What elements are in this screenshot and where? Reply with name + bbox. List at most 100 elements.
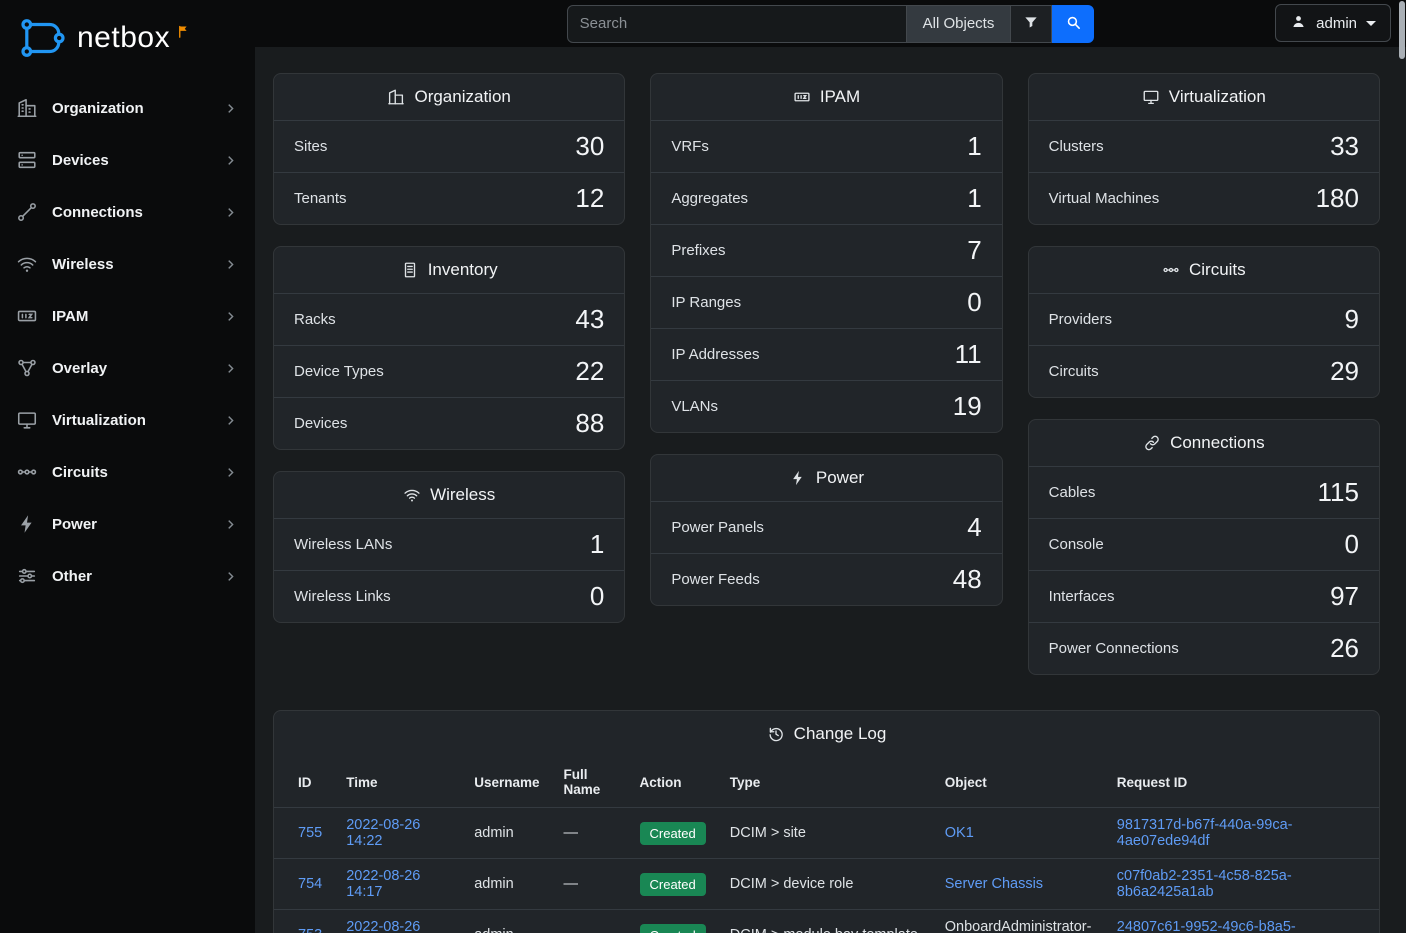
stat-value[interactable]: 1 [967,183,981,214]
stat-label[interactable]: Racks [294,311,336,328]
stat-label[interactable]: VRFs [671,138,709,155]
stat-label[interactable]: Interfaces [1049,588,1115,605]
stat-value[interactable]: 11 [955,339,982,370]
filter-button[interactable] [1011,5,1052,43]
column-header-type[interactable]: Type [718,757,933,808]
change-id-link[interactable]: 753 [298,927,322,933]
stat-row-vlans[interactable]: VLANs 19 [651,380,1001,432]
stat-label[interactable]: Wireless Links [294,588,391,605]
stat-label[interactable]: Circuits [1049,363,1099,380]
stat-value[interactable]: 0 [590,581,604,612]
netbox-logo[interactable]: netbox [0,0,255,82]
stat-label[interactable]: Device Types [294,363,384,380]
request-id-link[interactable]: c07f0ab2-2351-4c58-825a-8b6a2425a1ab [1117,868,1292,900]
stat-row-prefixes[interactable]: Prefixes 7 [651,224,1001,276]
column-header-id[interactable]: ID [274,757,334,808]
stat-value[interactable]: 1 [590,529,604,560]
stat-value[interactable]: 48 [953,564,982,595]
stat-label[interactable]: Power Feeds [671,571,759,588]
stat-label[interactable]: Power Panels [671,519,764,536]
column-header-full-name[interactable]: Full Name [552,757,628,808]
stat-value[interactable]: 4 [967,512,981,543]
stat-label[interactable]: Cables [1049,484,1096,501]
stat-label[interactable]: IP Ranges [671,294,741,311]
stat-row-console[interactable]: Console 0 [1029,518,1379,570]
stat-label[interactable]: Wireless LANs [294,536,392,553]
request-id-link[interactable]: 24807c61-9952-49c6-b8a5-69760bfcc4b3 [1117,919,1296,933]
stat-row-power-feeds[interactable]: Power Feeds 48 [651,553,1001,605]
stat-label[interactable]: Power Connections [1049,640,1179,657]
change-object-link[interactable]: OK1 [945,825,974,841]
stat-row-ip-ranges[interactable]: IP Ranges 0 [651,276,1001,328]
stat-label[interactable]: Console [1049,536,1104,553]
sidebar-item-virtualization[interactable]: Virtualization [0,394,255,446]
stat-value[interactable]: 22 [575,356,604,387]
search-input[interactable] [567,5,907,43]
change-time-link[interactable]: 2022-08-26 14:17 [346,868,420,900]
stat-row-cables[interactable]: Cables 115 [1029,466,1379,518]
change-time-link[interactable]: 2022-08-26 14:22 [346,817,420,849]
user-menu-button[interactable]: admin [1275,4,1391,42]
stat-value[interactable]: 1 [967,131,981,162]
change-id-link[interactable]: 754 [298,876,322,892]
sidebar-item-overlay[interactable]: Overlay [0,342,255,394]
stat-value[interactable]: 19 [953,391,982,422]
stat-value[interactable]: 12 [575,183,604,214]
scrollbar[interactable] [1399,1,1405,59]
sidebar-item-other[interactable]: Other [0,550,255,602]
object-type-button[interactable]: All Objects [907,5,1012,43]
stat-value[interactable]: 26 [1330,633,1359,664]
stat-row-aggregates[interactable]: Aggregates 1 [651,172,1001,224]
sidebar-item-wireless[interactable]: Wireless [0,238,255,290]
stat-row-sites[interactable]: Sites 30 [274,120,624,172]
stat-label[interactable]: Prefixes [671,242,725,259]
stat-row-vrfs[interactable]: VRFs 1 [651,120,1001,172]
stat-label[interactable]: Providers [1049,311,1112,328]
stat-label[interactable]: IP Addresses [671,346,759,363]
stat-value[interactable]: 33 [1330,131,1359,162]
stat-row-power-panels[interactable]: Power Panels 4 [651,501,1001,553]
stat-row-tenants[interactable]: Tenants 12 [274,172,624,224]
change-object-link[interactable]: Server Chassis [945,876,1043,892]
change-time-link[interactable]: 2022-08-26 14:15 [346,919,420,933]
stat-value[interactable]: 30 [575,131,604,162]
stat-row-providers[interactable]: Providers 9 [1029,293,1379,345]
stat-value[interactable]: 115 [1318,477,1359,508]
sidebar-item-devices[interactable]: Devices [0,134,255,186]
stat-label[interactable]: Tenants [294,190,347,207]
stat-label[interactable]: Aggregates [671,190,748,207]
stat-value[interactable]: 97 [1330,581,1359,612]
column-header-request-id[interactable]: Request ID [1105,757,1379,808]
stat-label[interactable]: VLANs [671,398,718,415]
stat-row-racks[interactable]: Racks 43 [274,293,624,345]
stat-label[interactable]: Clusters [1049,138,1104,155]
stat-row-wireless-lans[interactable]: Wireless LANs 1 [274,518,624,570]
stat-label[interactable]: Devices [294,415,347,432]
change-id-link[interactable]: 755 [298,825,322,841]
stat-value[interactable]: 29 [1330,356,1359,387]
stat-row-circuits[interactable]: Circuits 29 [1029,345,1379,397]
sidebar-item-ipam[interactable]: IPAM [0,290,255,342]
stat-label[interactable]: Sites [294,138,327,155]
column-header-time[interactable]: Time [334,757,462,808]
stat-value[interactable]: 0 [967,287,981,318]
stat-value[interactable]: 88 [575,408,604,439]
search-submit-button[interactable] [1052,5,1094,43]
stat-row-clusters[interactable]: Clusters 33 [1029,120,1379,172]
sidebar-item-connections[interactable]: Connections [0,186,255,238]
column-header-username[interactable]: Username [462,757,551,808]
sidebar-item-circuits[interactable]: Circuits [0,446,255,498]
stat-value[interactable]: 9 [1345,304,1359,335]
column-header-action[interactable]: Action [628,757,718,808]
stat-label[interactable]: Virtual Machines [1049,190,1160,207]
stat-row-wireless-links[interactable]: Wireless Links 0 [274,570,624,622]
stat-value[interactable]: 7 [967,235,981,266]
sidebar-item-organization[interactable]: Organization [0,82,255,134]
stat-row-device-types[interactable]: Device Types 22 [274,345,624,397]
sidebar-item-power[interactable]: Power [0,498,255,550]
stat-row-interfaces[interactable]: Interfaces 97 [1029,570,1379,622]
stat-value[interactable]: 0 [1345,529,1359,560]
stat-row-power-connections[interactable]: Power Connections 26 [1029,622,1379,674]
stat-row-ip-addresses[interactable]: IP Addresses 11 [651,328,1001,380]
stat-row-devices[interactable]: Devices 88 [274,397,624,449]
